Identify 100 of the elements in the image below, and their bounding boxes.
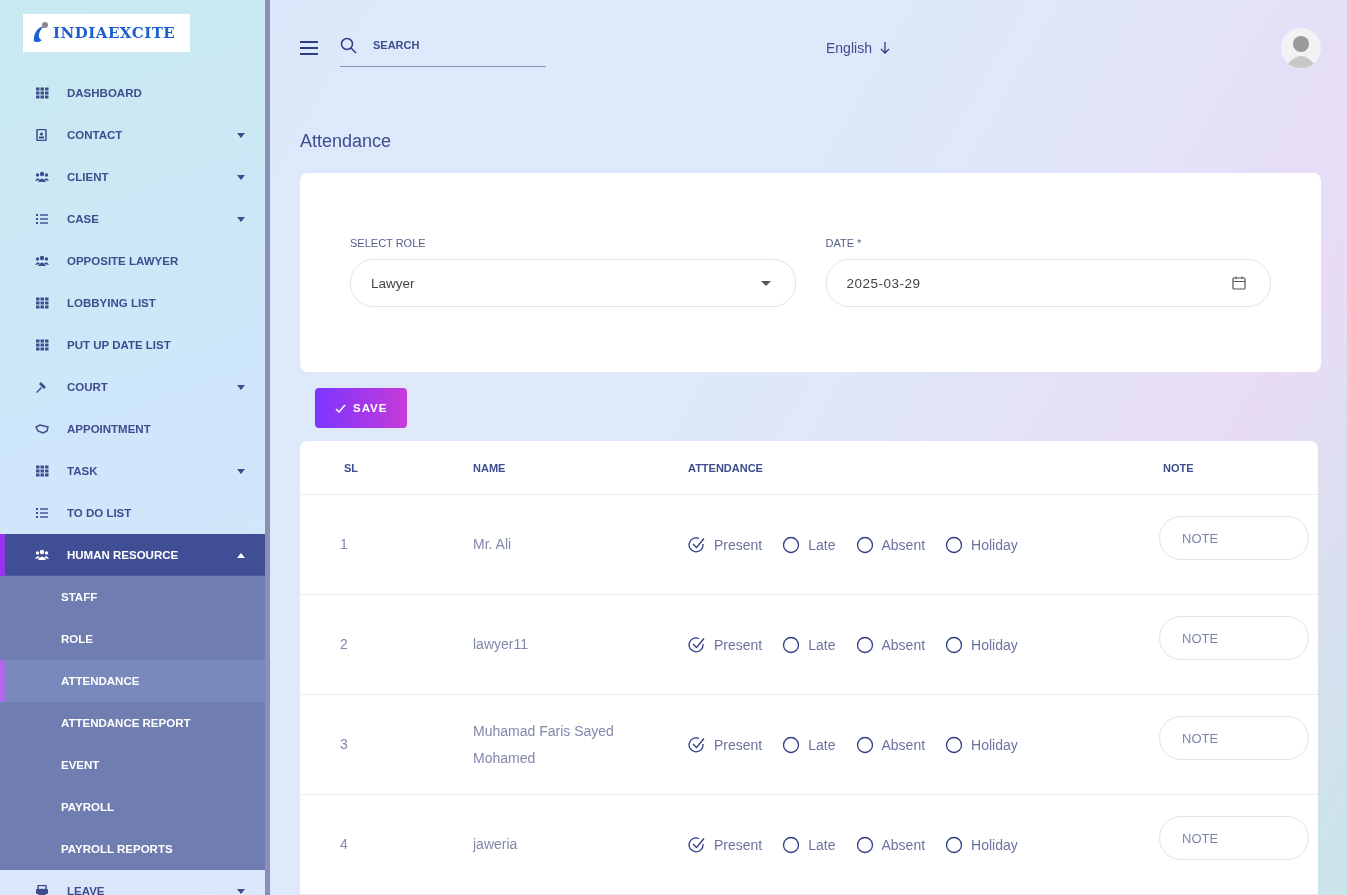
sidebar-item[interactable]: TASK — [0, 450, 265, 492]
logo: INDIAEXCITE — [23, 14, 190, 52]
page-title: Attendance — [300, 131, 393, 153]
sidebar-item[interactable]: CLIENT — [0, 156, 265, 198]
grid-icon — [35, 465, 49, 477]
radio-option[interactable]: Late — [782, 835, 836, 854]
sidebar-label: PUT UP DATE LIST — [67, 339, 172, 351]
table-cell-text: 2 — [340, 635, 348, 654]
contact-card-icon — [35, 129, 49, 141]
column-header: NAME — [473, 461, 507, 474]
caret-icon — [237, 552, 245, 558]
users-icon — [35, 171, 49, 183]
sidebar-subitem[interactable]: PAYROLL — [0, 786, 265, 828]
users-icon — [35, 255, 49, 267]
sidebar-subitem[interactable]: STAFF — [0, 576, 265, 618]
sidebar-item[interactable]: HUMAN RESOURCE — [0, 534, 265, 576]
grid-icon — [35, 87, 49, 99]
sidebar-item[interactable]: DASHBOARD — [0, 72, 265, 114]
sidebar-subitem[interactable]: ATTENDANCE REPORT — [0, 702, 265, 744]
grid-icon — [35, 339, 49, 351]
radio-option[interactable]: Late — [782, 635, 836, 654]
caret-icon — [237, 132, 245, 138]
note-field[interactable]: NOTE — [1159, 616, 1309, 661]
caret-icon — [760, 280, 771, 286]
radio-option[interactable]: Present — [688, 635, 763, 654]
sidebar-subitem[interactable]: ROLE — [0, 618, 265, 660]
note-field[interactable]: NOTE — [1159, 516, 1309, 561]
sidebar-item[interactable]: LOBBYING LIST — [0, 282, 265, 324]
sidebar-label: CASE — [67, 213, 100, 225]
save-button[interactable]: SAVE — [315, 388, 408, 428]
sidebar-item[interactable]: CASE — [0, 198, 265, 240]
radio-option[interactable]: Holiday — [945, 535, 1018, 554]
gavel-icon — [35, 381, 49, 393]
sidebar-label: LOBBYING LIST — [67, 297, 157, 309]
note-field[interactable]: NOTE — [1159, 716, 1309, 761]
list-icon — [35, 213, 49, 225]
table-cell-text: Muhamad Faris Sayed Mohamed — [473, 721, 615, 768]
caret-icon — [237, 174, 245, 180]
sidebar-label: COURT — [67, 381, 109, 393]
field-label: SELECT ROLE — [350, 237, 427, 250]
role-select[interactable]: Lawyer — [350, 259, 796, 308]
sidebar-item[interactable]: CONTACT — [0, 114, 265, 156]
radio-option[interactable]: Present — [688, 835, 763, 854]
date-field[interactable]: 2025-03-29 — [825, 259, 1271, 308]
sidebar-item[interactable]: COURT — [0, 366, 265, 408]
sidebar-label: CLIENT — [67, 171, 110, 183]
menu-icon[interactable] — [300, 40, 318, 55]
radio-option[interactable]: Absent — [855, 835, 926, 854]
table-cell-text: jaweria — [473, 835, 518, 854]
field-label: DATE * — [825, 237, 863, 250]
caret-icon — [237, 384, 245, 390]
sidebar-label: OPPOSITE LAWYER — [67, 255, 180, 267]
radio-option[interactable]: Late — [782, 535, 836, 554]
sidebar-label: DASHBOARD — [67, 87, 143, 99]
check-icon — [335, 403, 346, 413]
sidebar-label: HUMAN RESOURCE — [67, 549, 180, 561]
sidebar-label: LEAVE — [67, 885, 106, 895]
arrow-down-icon — [879, 41, 890, 54]
sidebar-subitem[interactable]: ATTENDANCE — [0, 660, 265, 702]
radio-option[interactable]: Absent — [855, 535, 926, 554]
sidebar-label: CONTACT — [67, 129, 124, 141]
sidebar-label: TO DO LIST — [67, 507, 133, 519]
column-header: ATTENDANCE — [688, 461, 764, 474]
caret-icon — [237, 216, 245, 222]
list-icon — [35, 507, 49, 519]
table-cell-text: 4 — [340, 835, 348, 854]
radio-option[interactable]: Present — [688, 735, 763, 754]
radio-option[interactable]: Holiday — [945, 635, 1018, 654]
sidebar-item[interactable]: APPOINTMENT — [0, 408, 265, 450]
column-header: SL — [343, 461, 360, 474]
sidebar-subitem[interactable]: EVENT — [0, 744, 265, 786]
table-cell-text: 1 — [340, 535, 348, 554]
sidebar-item[interactable]: TO DO LIST — [0, 492, 265, 534]
sidebar-item[interactable]: OPPOSITE LAWYER — [0, 240, 265, 282]
radio-option[interactable]: Late — [782, 735, 836, 754]
search-field[interactable]: SEARCH — [371, 38, 525, 53]
table-cell-text: Mr. Ali — [473, 535, 512, 554]
radio-option[interactable]: Absent — [855, 635, 926, 654]
handshake-icon — [35, 423, 49, 435]
printer-icon — [35, 885, 49, 895]
search-icon — [340, 36, 357, 54]
users-icon — [35, 549, 49, 561]
language-selector[interactable]: English — [826, 39, 890, 56]
sidebar-subitem[interactable]: PAYROLL REPORTS — [0, 828, 265, 870]
column-header: NOTE — [1163, 461, 1195, 474]
calendar-icon — [1232, 276, 1246, 291]
sidebar-item[interactable]: PUT UP DATE LIST — [0, 324, 265, 366]
radio-option[interactable]: Present — [688, 535, 763, 554]
radio-option[interactable]: Absent — [855, 735, 926, 754]
table-cell-text: lawyer11 — [473, 635, 528, 654]
note-field[interactable]: NOTE — [1159, 816, 1309, 861]
caret-icon — [237, 888, 245, 894]
sidebar-item[interactable]: LEAVE — [0, 870, 265, 895]
radio-option[interactable]: Holiday — [945, 735, 1018, 754]
radio-option[interactable]: Holiday — [945, 835, 1018, 854]
sidebar-label: APPOINTMENT — [67, 423, 152, 435]
table-cell-text: 3 — [340, 735, 348, 754]
caret-icon — [237, 468, 245, 474]
sidebar-label: TASK — [67, 465, 99, 477]
grid-icon — [35, 297, 49, 309]
